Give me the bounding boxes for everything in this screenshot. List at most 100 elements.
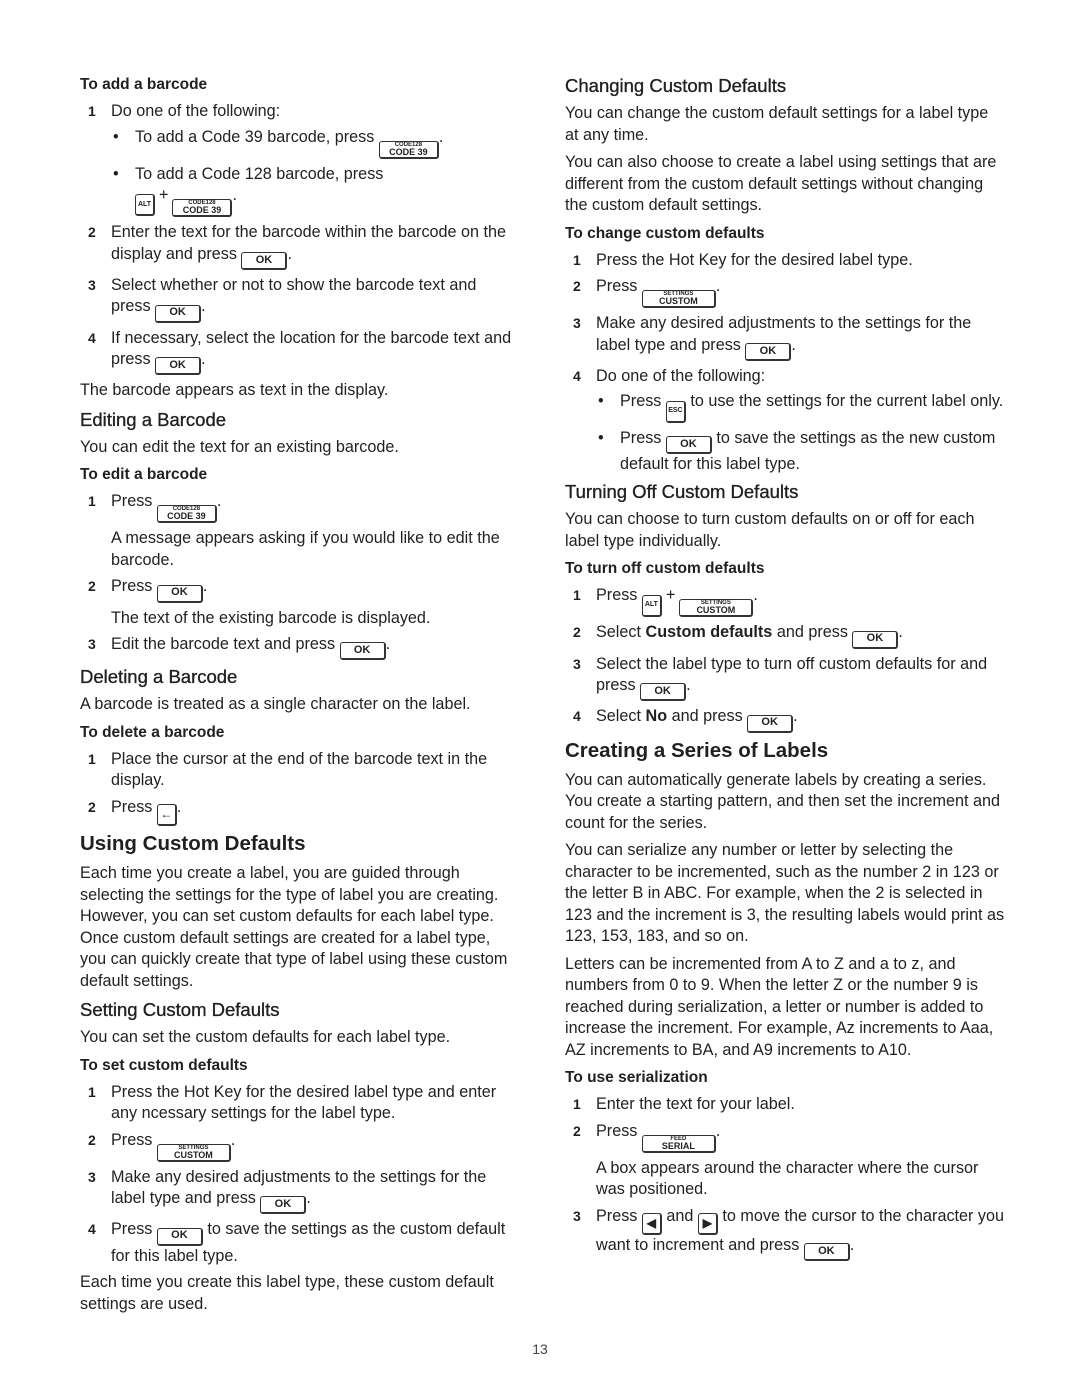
ok-key-icon: OK — [852, 630, 899, 649]
page-number: 13 — [532, 1341, 548, 1357]
ok-key-icon: OK — [260, 1196, 307, 1215]
bullet-list: • To add a Code 39 barcode, press CODE12… — [111, 127, 520, 217]
alt-key-icon: ALT — [135, 194, 155, 217]
ok-key-icon: OK — [156, 584, 203, 603]
step-list: 1 Do one of the following: • To add a Co… — [80, 101, 520, 376]
procedure-heading: To turn off custom defaults — [565, 560, 765, 578]
section-intro: You can choose to turn custom defaults o… — [565, 510, 975, 550]
step-list: 1 Enter the text for your label. 2 Press… — [565, 1094, 1005, 1261]
procedure-heading: To set custom defaults — [80, 1056, 248, 1074]
bullet-item: • To add a Code 39 barcode, press CODE12… — [113, 127, 444, 159]
left-column: To add a barcode 1 Do one of the followi… — [80, 74, 520, 1321]
step: 4 Do one of the following: • Press ESC t… — [565, 366, 1005, 476]
section-paragraph: You can change the custom default settin… — [565, 104, 989, 144]
ok-key-icon: OK — [665, 435, 712, 454]
section-intro: You can set the custom defaults for each… — [80, 1028, 451, 1046]
code39-key-icon: CODE128 CODE 39 — [378, 140, 439, 159]
alt-key-icon: ALT — [641, 594, 662, 617]
section-heading: Setting Custom Defaults — [80, 999, 280, 1020]
section-intro: You can edit the text for an existing ba… — [80, 437, 399, 456]
turning-off-custom-defaults-section: Turning Off Custom Defaults You can choo… — [565, 480, 1005, 733]
section-heading: Editing a Barcode — [80, 408, 227, 430]
ok-key-icon: OK — [803, 1243, 850, 1261]
deleting-barcode-section: Deleting a Barcode A barcode is treated … — [80, 665, 520, 826]
step-list: 1 Press ALT+ SETTINGS CUSTOM. 2 Select Cus… — [565, 585, 1005, 733]
code39-key-icon: CODE128 CODE 39 — [172, 199, 233, 217]
step-note: A box appears around the character where… — [596, 1158, 979, 1199]
result-text: The barcode appears as text in the displ… — [80, 381, 389, 400]
step: 2 Press SETTINGS CUSTOM. — [88, 1130, 236, 1162]
section-outro: Each time you create this label type, th… — [80, 1273, 494, 1313]
step-list: 1 Press CODE128 CODE 39. A message appear… — [80, 491, 520, 661]
setting-custom-defaults-section: Setting Custom Defaults You can set the … — [80, 998, 520, 1315]
ok-key-icon: OK — [640, 683, 687, 702]
section-paragraph: Letters can be incremented from A to Z a… — [565, 954, 994, 1059]
step-note: A message appears asking if you would li… — [111, 529, 500, 569]
editing-barcode-section: Editing a Barcode You can edit the text … — [80, 408, 520, 661]
settings-custom-key-icon: SETTINGS CUSTOM — [679, 599, 754, 618]
step: 2 Press ←. — [80, 797, 520, 826]
main-heading: Using Custom Defaults — [80, 832, 306, 855]
ok-key-icon: OK — [155, 304, 202, 323]
step: 2 Select Custom defaults and press OK. — [565, 622, 1005, 649]
section-intro: A barcode is treated as a single charact… — [80, 695, 471, 714]
step: 1 Do one of the following: • To add a Co… — [80, 101, 520, 217]
step: 4 If necessary, select the location for … — [80, 328, 520, 376]
settings-custom-key-icon: SETTINGS CUSTOM — [156, 1143, 231, 1162]
section-body: Each time you create a label, you are gu… — [80, 864, 508, 990]
bullet-list: • Press ESC to use the settings for the … — [596, 391, 1005, 475]
step-list: 1 Press the Hot Key for the desired labe… — [80, 1082, 520, 1268]
step: 3 Make any desired adjustments to the se… — [80, 1167, 520, 1215]
step: 2 Press FEED SERIAL. A box appears around… — [565, 1121, 1005, 1201]
series-of-labels-section: Creating a Series of Labels You can auto… — [565, 738, 1005, 1261]
step: 1 Press the Hot Key for the desired labe… — [88, 1082, 497, 1123]
ok-key-icon: OK — [155, 357, 202, 376]
procedure-heading: To use serialization — [565, 1069, 708, 1086]
code39-key-icon: CODE128 CODE 39 — [156, 505, 217, 524]
feed-serial-key-icon: FEED SERIAL — [641, 1134, 716, 1153]
step: 4 Select No and press OK. — [565, 706, 1005, 733]
section-heading: Deleting a Barcode — [80, 666, 238, 688]
procedure-heading: To delete a barcode — [80, 723, 225, 741]
step: 1 Enter the text for your label. — [573, 1095, 795, 1113]
changing-custom-defaults-section: Changing Custom Defaults You can change … — [565, 74, 1005, 475]
step: 1 Press ALT+ SETTINGS CUSTOM. — [573, 586, 758, 618]
step: 2 Press OK. The text of the existing bar… — [80, 576, 520, 629]
procedure-heading: To edit a barcode — [80, 466, 208, 484]
bullet-item: • To add a Code 128 barcode, press ALT+ C… — [113, 164, 384, 217]
step: 3 Press ◀ and ▶ to move the cursor to th… — [565, 1206, 1005, 1261]
bullet-item: • Press ESC to use the settings for the … — [596, 391, 1005, 423]
section-heading: Changing Custom Defaults — [565, 75, 787, 96]
ok-key-icon: OK — [339, 642, 386, 661]
step: 2 Press SETTINGS CUSTOM. — [573, 277, 721, 308]
section-heading: Turning Off Custom Defaults — [565, 481, 799, 503]
add-barcode-procedure: To add a barcode 1 Do one of the followi… — [80, 74, 520, 402]
step: 4 Press OK to save the settings as the c… — [88, 1220, 506, 1265]
step-note: The text of the existing barcode is disp… — [111, 608, 431, 627]
esc-key-icon: ESC — [665, 400, 686, 423]
step: 1 Place the cursor at the end of the bar… — [88, 749, 488, 790]
ok-key-icon: OK — [745, 342, 792, 361]
procedure-heading: To change custom defaults — [565, 224, 765, 242]
step-list: 1 Press the Hot Key for the desired labe… — [565, 250, 1005, 476]
step: 3 Make any desired adjustments to the se… — [565, 313, 1005, 361]
ok-key-icon: OK — [747, 714, 794, 733]
section-paragraph: You can automatically generate labels by… — [565, 770, 1000, 832]
right-column: Changing Custom Defaults You can change … — [565, 74, 1005, 1266]
main-heading: Creating a Series of Labels — [565, 738, 829, 762]
section-paragraph: You can serialize any number or letter b… — [565, 841, 1005, 945]
ok-key-icon: OK — [156, 1227, 203, 1246]
using-custom-defaults-section: Using Custom Defaults Each time you crea… — [80, 831, 520, 992]
ok-key-icon: OK — [241, 251, 288, 270]
step: 1 Press the Hot Key for the desired labe… — [573, 250, 913, 269]
step-list: 1 Place the cursor at the end of the bar… — [80, 749, 520, 826]
procedure-heading: To add a barcode — [80, 76, 208, 93]
step: 3 Edit the barcode text and press OK. — [80, 634, 520, 661]
settings-custom-key-icon: SETTINGS CUSTOM — [641, 290, 716, 308]
bullet-item: • Press OK to save the settings as the n… — [598, 428, 996, 473]
step: 2 Enter the text for the barcode within … — [80, 222, 520, 270]
left-arrow-key-icon: ◀ — [641, 1212, 662, 1235]
step: 1 Press CODE128 CODE 39. A message appear… — [80, 491, 520, 571]
section-paragraph: You can also choose to create a label us… — [565, 153, 997, 214]
right-arrow-key-icon: ▶ — [697, 1212, 718, 1235]
